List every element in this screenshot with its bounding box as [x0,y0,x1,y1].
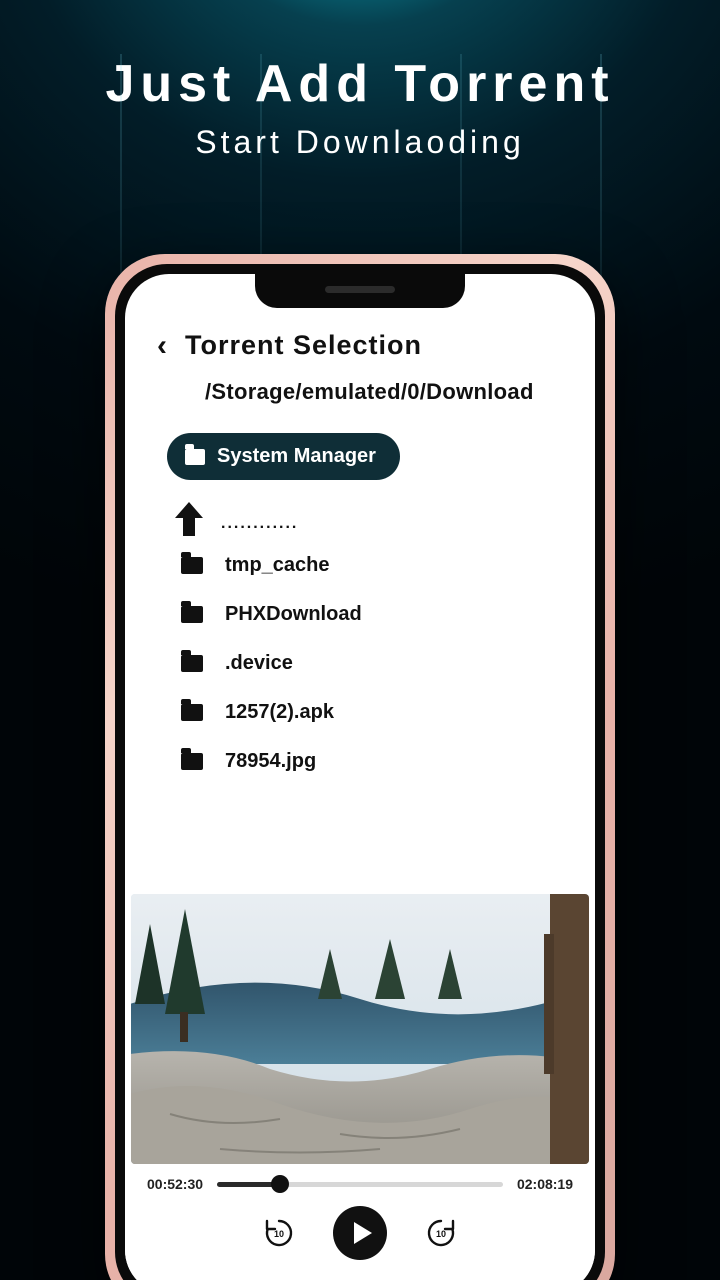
skip-seconds-label: 10 [436,1229,446,1239]
title-bar: ‹ Torrent Selection [157,330,563,361]
folder-icon [181,557,203,574]
transport-controls: 10 10 [147,1206,573,1260]
item-label: 1257(2).apk [225,701,334,724]
item-label: tmp_cache [225,554,330,577]
play-button[interactable] [333,1206,387,1260]
list-item[interactable]: 78954.jpg [181,750,563,773]
item-label: 78954.jpg [225,750,316,773]
total-time: 02:08:19 [517,1176,573,1192]
phone-frame: ‹ Torrent Selection /Storage/emulated/0/… [105,254,615,1280]
folder-icon [181,655,203,672]
app-root: ‹ Torrent Selection /Storage/emulated/0/… [125,274,595,1280]
system-manager-chip[interactable]: System Manager [167,433,400,480]
go-up-row[interactable]: ............ [175,502,563,536]
seek-track[interactable] [217,1182,503,1187]
page-title: Torrent Selection [185,330,422,361]
list-item[interactable]: .device [181,652,563,675]
item-label: .device [225,652,293,675]
list-item[interactable]: PHXDownload [181,603,563,626]
back-button[interactable]: ‹ [157,331,167,361]
folder-icon [181,704,203,721]
up-arrow-icon [175,502,203,536]
promo-subhead: Start Downlaoding [0,124,720,161]
rewind-10-button[interactable]: 10 [261,1215,297,1251]
list-item[interactable]: 1257(2).apk [181,701,563,724]
phone-screen: ‹ Torrent Selection /Storage/emulated/0/… [125,274,595,1280]
folder-icon [181,606,203,623]
file-list: tmp_cache PHXDownload .device 1257(2).ap… [181,554,563,773]
folder-icon [185,449,205,465]
seek-knob[interactable] [271,1175,289,1193]
skip-seconds-label: 10 [274,1229,284,1239]
forward-10-button[interactable]: 10 [423,1215,459,1251]
breadcrumb-path: /Storage/emulated/0/Download [205,379,563,405]
video-panel: 00:52:30 02:08:19 10 [125,894,595,1280]
time-bar: 00:52:30 02:08:19 [147,1176,573,1192]
phone-bezel: ‹ Torrent Selection /Storage/emulated/0/… [115,264,605,1280]
chip-label: System Manager [217,445,376,468]
elapsed-time: 00:52:30 [147,1176,203,1192]
promo-headline: Just Add Torrent [0,54,720,114]
phone-notch [255,274,465,308]
player-controls: 00:52:30 02:08:19 10 [125,1164,595,1260]
video-thumbnail[interactable] [131,894,589,1164]
go-up-label: ............ [221,515,298,533]
item-label: PHXDownload [225,603,362,626]
folder-icon [181,753,203,770]
list-item[interactable]: tmp_cache [181,554,563,577]
